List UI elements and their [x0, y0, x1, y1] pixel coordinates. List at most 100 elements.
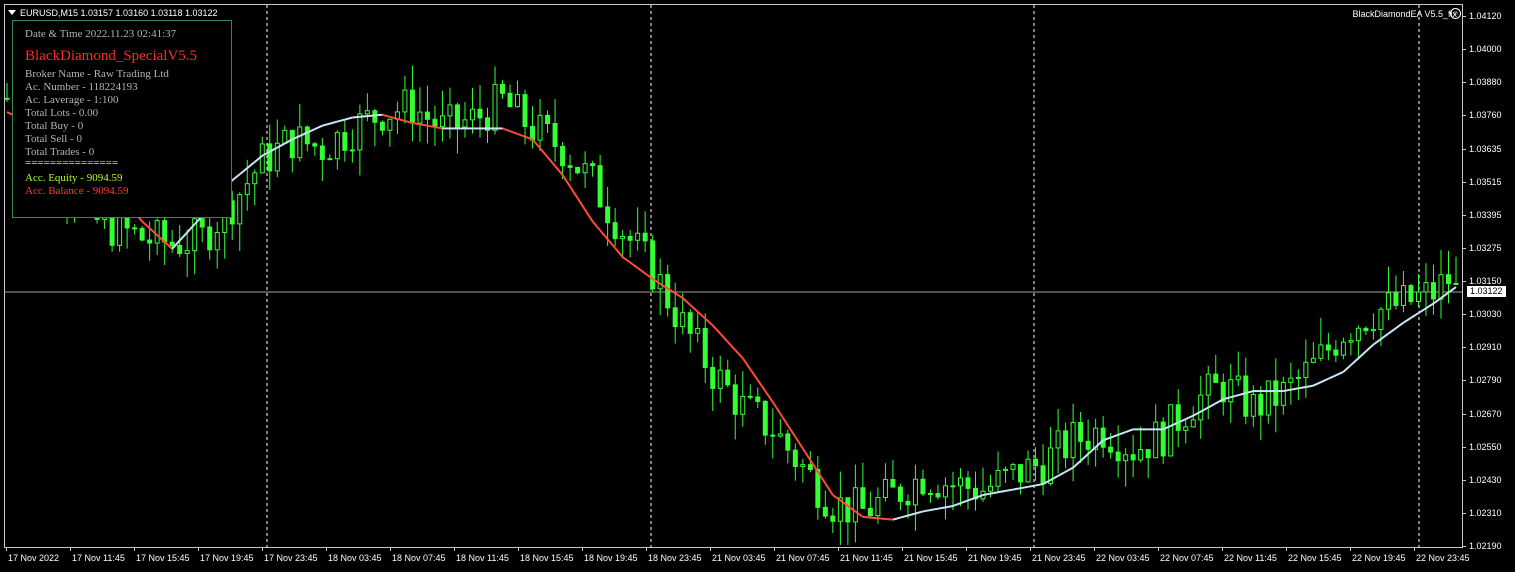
price-tick: [1463, 214, 1466, 216]
candle: [1430, 264, 1436, 315]
candle: [702, 313, 708, 383]
moving-average-segment: [945, 504, 954, 509]
moving-average-segment: [990, 491, 999, 495]
broker-name: Broker Name - Raw Trading Ltd: [25, 68, 169, 80]
moving-average-segment: [1283, 388, 1292, 393]
candle: [1355, 325, 1361, 360]
time-axis[interactable]: 17 Nov 2022 17 Nov 11:45 17 Nov 15:45 17 No…: [4, 548, 1470, 572]
time-tick: [966, 548, 967, 551]
price-tick: [1463, 16, 1466, 17]
price-axis[interactable]: 1.04120 1.04000 1.03880 1.03760 1.03635 1.035…: [1463, 4, 1515, 551]
time-label: 17 Nov 15:45: [136, 553, 190, 563]
moving-average-segment: [606, 238, 616, 249]
moving-average-segment: [689, 304, 699, 313]
moving-average-segment: [1357, 350, 1367, 359]
candle: [507, 84, 513, 108]
time-label: 22 Nov 07:45: [1160, 553, 1214, 563]
moving-average-segment: [314, 124, 323, 131]
candle: [1235, 351, 1241, 387]
candle: [1040, 444, 1046, 496]
price-label: 1.03880: [1469, 77, 1502, 88]
candle: [755, 387, 761, 409]
candle: [1018, 464, 1024, 495]
candle: [424, 85, 430, 144]
price-label: 1.02190: [1469, 541, 1502, 551]
candle: [1408, 283, 1414, 305]
time-tick: [390, 548, 391, 551]
moving-average-segment: [614, 247, 624, 258]
moving-average-segment: [771, 401, 782, 415]
candle: [635, 207, 641, 251]
candle: [1310, 341, 1316, 364]
moving-average-segment: [1079, 453, 1089, 462]
candle: [1295, 369, 1301, 401]
dropdown-arrow-icon[interactable]: [8, 10, 16, 15]
moving-average-segment: [1117, 431, 1127, 436]
candle: [1385, 266, 1391, 321]
smiley-icon[interactable]: ☺: [1450, 8, 1461, 19]
moving-average-segment: [997, 489, 1006, 494]
candle: [837, 471, 843, 546]
time-tick: [6, 548, 7, 551]
moving-average-segment: [1027, 484, 1036, 488]
moving-average-segment: [1402, 317, 1412, 324]
price-tick: [1463, 82, 1466, 84]
candle: [1063, 422, 1069, 469]
moving-average-segment: [231, 173, 241, 182]
candle: [312, 141, 318, 156]
candle: [882, 463, 888, 502]
moving-average-segment: [1125, 428, 1134, 434]
moving-average-segment: [1035, 483, 1044, 487]
candle: [927, 489, 933, 503]
moving-average-segment: [554, 165, 564, 176]
moving-average-segment: [1350, 357, 1360, 366]
moving-average-segment: [967, 496, 976, 502]
candle: [785, 429, 791, 464]
candle: [642, 211, 648, 253]
candle: [1258, 385, 1264, 441]
price-label: 1.03635: [1469, 143, 1502, 154]
candle: [792, 443, 798, 481]
moving-average-segment: [359, 115, 368, 118]
price-tick: [1463, 115, 1466, 117]
moving-average-segment: [870, 516, 878, 520]
moving-average-segment: [907, 512, 916, 517]
total-sell: Total Sell - 0: [25, 133, 82, 145]
moving-average-segment: [1065, 466, 1074, 473]
candle: [379, 120, 385, 136]
candle: [1273, 358, 1279, 433]
moving-average-segment: [1185, 414, 1194, 421]
moving-average-segment: [591, 220, 601, 231]
candle: [402, 75, 408, 124]
moving-average-segment: [937, 506, 946, 510]
chart-window[interactable]: EURUSD,M15 1.03157 1.03160 1.03118 1.031…: [0, 0, 1515, 572]
candle: [687, 309, 693, 353]
candle: [1010, 462, 1016, 481]
moving-average-segment: [960, 499, 969, 505]
time-label: 21 Nov 07:45: [776, 553, 830, 563]
candle: [447, 87, 453, 139]
time-label: 17 Nov 11:45: [72, 553, 125, 563]
moving-average-segment: [1312, 381, 1322, 387]
price-tick: [1463, 380, 1466, 382]
candle: [1280, 376, 1286, 415]
candle: [815, 456, 821, 520]
candle: [1325, 332, 1331, 361]
candle: [740, 371, 746, 427]
total-buy: Total Buy - 0: [25, 120, 84, 132]
candle: [965, 471, 971, 510]
time-label: 18 Nov 03:45: [328, 553, 382, 563]
candle: [770, 408, 776, 459]
moving-average-segment: [779, 413, 789, 426]
candle: [1160, 417, 1166, 464]
price-label: 1.03150: [1469, 276, 1502, 286]
candle: [1003, 466, 1009, 483]
time-label: 17 Nov 19:45: [200, 553, 254, 563]
time-label: 21 Nov 03:45: [712, 553, 766, 563]
candle: [334, 130, 340, 170]
candle: [1198, 375, 1204, 439]
expert-advisor-name[interactable]: BlackDiamondEA V5.5_fix: [1352, 9, 1457, 19]
candle: [1220, 373, 1226, 416]
moving-average-segment: [1327, 374, 1337, 380]
moving-average-segment: [1425, 302, 1435, 310]
